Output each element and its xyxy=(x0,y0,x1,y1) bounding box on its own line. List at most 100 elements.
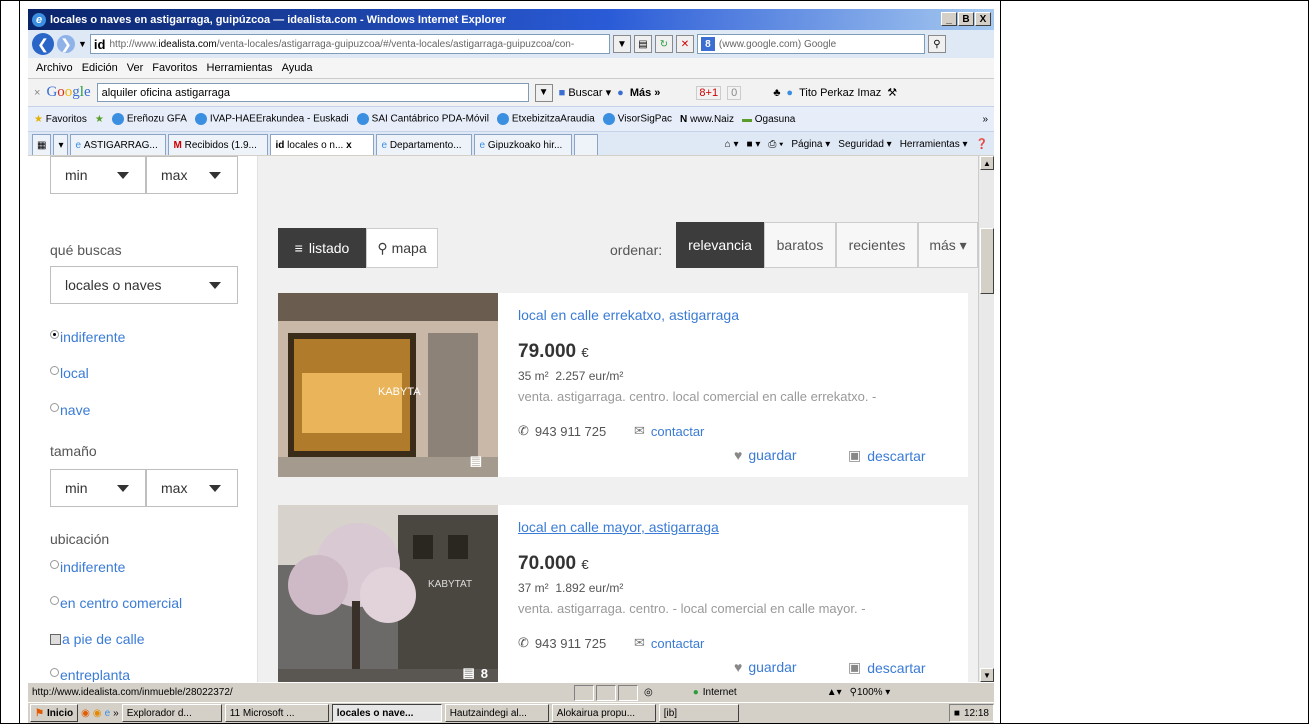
task-microsoft[interactable]: 11 Microsoft ... xyxy=(224,704,329,722)
contact-link[interactable]: ✉ contactar xyxy=(634,635,704,651)
task-locales[interactable]: locales o nave... xyxy=(331,704,442,722)
property-type-select[interactable]: locales o naves xyxy=(50,266,238,304)
sort-relevancia[interactable]: relevancia xyxy=(676,222,764,268)
address-input[interactable]: id http://www. idealista.com/venta-locale… xyxy=(89,34,610,54)
refresh-icon[interactable]: ↻ xyxy=(654,35,673,53)
page-menu[interactable]: Página ▾ xyxy=(791,139,830,150)
close-window-button[interactable]: X xyxy=(975,12,991,26)
home-icon[interactable]: ⌂ ▾ xyxy=(725,139,739,150)
history-dropdown-icon[interactable]: ▼ xyxy=(78,39,87,49)
search-box[interactable]: 8 (www.google.com) Google xyxy=(696,34,925,54)
quick-launch-chrome-icon[interactable]: ◉ xyxy=(81,708,90,719)
fav-item-etxebizitza[interactable]: EtxebizitzaAraudia xyxy=(496,113,595,125)
discard-button[interactable]: ▣ descartar xyxy=(848,659,926,676)
print-icon[interactable]: ⎙ ▾ xyxy=(768,139,783,150)
tools-menu[interactable]: Herramientas ▾ xyxy=(900,139,968,150)
radio-location-entreplanta[interactable]: entreplanta xyxy=(50,667,130,682)
google-search-input[interactable]: alquiler oficina astigarraga xyxy=(96,83,529,102)
minimize-button[interactable]: _ xyxy=(941,12,957,26)
listing-title[interactable]: local en calle errekatxo, astigarraga xyxy=(518,307,739,323)
save-button[interactable]: ♥ guardar xyxy=(734,659,797,675)
task-explorador[interactable]: Explorador d... xyxy=(121,704,222,722)
menu-edicion[interactable]: Edición xyxy=(82,62,118,74)
map-view-button[interactable]: ⚲ mapa xyxy=(366,228,438,268)
menu-herramientas[interactable]: Herramientas xyxy=(207,62,273,74)
size-max-select[interactable]: max xyxy=(146,469,238,507)
tab-close-icon[interactable]: x xyxy=(346,140,352,151)
google-dropdown-button[interactable]: ▼ xyxy=(534,83,553,102)
protected-mode-icon[interactable]: ▲▾ xyxy=(827,687,842,698)
menu-favoritos[interactable]: Favoritos xyxy=(152,62,197,74)
privacy-icon[interactable]: ◎ xyxy=(644,687,653,698)
fav-item-naiz[interactable]: N www.Naiz xyxy=(680,114,734,125)
radio-location-indiferente[interactable]: indiferente xyxy=(50,559,125,575)
phone[interactable]: ✆ 943 911 725 xyxy=(518,635,606,651)
sort-recientes[interactable]: recientes xyxy=(836,222,918,268)
stop-icon[interactable]: ✕ xyxy=(675,35,694,53)
contact-link[interactable]: ✉ contactar xyxy=(634,423,704,439)
scroll-down-icon[interactable]: ▼ xyxy=(980,668,994,682)
radio-type-indiferente[interactable]: indiferente xyxy=(50,329,125,345)
notification-bell-icon[interactable]: ♣ xyxy=(773,87,780,99)
listing-photo[interactable]: KABYTA ▤ xyxy=(278,293,498,477)
price-min-select[interactable]: min xyxy=(50,156,146,194)
radio-location-centro-comercial[interactable]: en centro comercial xyxy=(50,595,182,611)
address-dropdown-button[interactable]: ▼ xyxy=(612,35,631,53)
checkbox-location-pie-de-calle[interactable]: a pie de calle xyxy=(50,631,145,647)
fav-item-ogasuna[interactable]: ▬ Ogasuna xyxy=(742,114,795,125)
sort-baratos[interactable]: baratos xyxy=(764,222,836,268)
task-alokairua[interactable]: Alokairua propu... xyxy=(551,704,656,722)
tab-departamento[interactable]: e Departamento... xyxy=(376,134,473,155)
save-button[interactable]: ♥ guardar xyxy=(734,447,797,463)
scroll-thumb[interactable] xyxy=(980,228,994,294)
toolbar-close-button[interactable]: × xyxy=(34,87,40,99)
quick-launch-icon[interactable]: ◉ xyxy=(93,708,102,719)
radio-type-local[interactable]: local xyxy=(50,365,89,381)
listing-card[interactable]: KABYTA ▤ local en calle errekatxo, astig… xyxy=(278,293,968,477)
size-min-select[interactable]: min xyxy=(50,469,146,507)
tab-list-button[interactable]: ▾ xyxy=(53,134,69,155)
fav-item-ivap[interactable]: IVAP-HAEErakundea - Euskadi xyxy=(194,113,349,125)
security-menu[interactable]: Seguridad ▾ xyxy=(838,139,891,150)
compat-view-icon[interactable]: ▤ xyxy=(633,35,652,53)
back-button[interactable]: ❮ xyxy=(32,33,54,55)
plus-one-button[interactable]: 8+1 xyxy=(696,85,722,100)
tab-locales[interactable]: id locales o n... x xyxy=(270,134,375,155)
share-icon[interactable]: ● xyxy=(617,87,624,99)
google-search-button[interactable]: ■ Buscar ▾ xyxy=(559,86,612,99)
scroll-up-icon[interactable]: ▲ xyxy=(980,156,994,170)
listing-card[interactable]: KABYTAT ▤ 8 local en calle mayor, astigar… xyxy=(278,505,968,682)
vertical-scrollbar[interactable]: ▲ ▼ xyxy=(978,156,994,682)
listing-photo[interactable]: KABYTAT ▤ 8 xyxy=(278,505,498,682)
start-button[interactable]: ⚑ Inicio xyxy=(30,704,79,722)
favorites-button[interactable]: ★ Favoritos xyxy=(34,114,87,125)
price-max-select[interactable]: max xyxy=(146,156,238,194)
phone[interactable]: ✆ 943 911 725 xyxy=(518,423,606,439)
fav-item-sai[interactable]: SAI Cantábrico PDA-Móvil xyxy=(356,113,489,125)
fav-item-visorsigpac[interactable]: VisorSigPac xyxy=(602,113,672,125)
feeds-icon[interactable]: ■ ▾ xyxy=(747,139,761,150)
menu-ayuda[interactable]: Ayuda xyxy=(282,62,313,74)
add-favorite-icon[interactable]: ★ xyxy=(95,114,104,125)
zoom-control[interactable]: ⚲100% ▾ xyxy=(850,687,891,698)
tab-gipuzkoako[interactable]: e Gipuzkoako hir... xyxy=(474,134,573,155)
menu-ver[interactable]: Ver xyxy=(127,62,144,74)
task-hautzaindegi[interactable]: Hautzaindegi al... xyxy=(444,704,549,722)
user-menu[interactable]: Tito Perkaz Imaz xyxy=(799,87,881,99)
search-button[interactable]: ⚲ xyxy=(927,35,946,53)
help-icon[interactable]: ❓ xyxy=(976,139,988,150)
task-ib[interactable]: [ib] xyxy=(658,704,739,722)
restore-button[interactable]: B xyxy=(958,12,974,26)
listing-title[interactable]: local en calle mayor, astigarraga xyxy=(518,519,719,535)
wrench-icon[interactable]: ⚒ xyxy=(887,86,897,99)
more-button[interactable]: Más » xyxy=(630,87,661,99)
radio-type-nave[interactable]: nave xyxy=(50,402,90,418)
list-view-button[interactable]: ≡ listado xyxy=(278,228,366,268)
language-icon[interactable]: ■ xyxy=(954,708,960,719)
fav-item-erenozu[interactable]: Ereñozu GFA xyxy=(111,113,187,125)
forward-button[interactable]: ❯ xyxy=(57,35,75,53)
favorites-overflow-button[interactable]: » xyxy=(982,114,994,125)
new-tab-button[interactable] xyxy=(574,134,599,155)
menu-archivo[interactable]: Archivo xyxy=(36,62,73,74)
tab-recibidos[interactable]: M Recibidos (1.9... xyxy=(168,134,269,155)
